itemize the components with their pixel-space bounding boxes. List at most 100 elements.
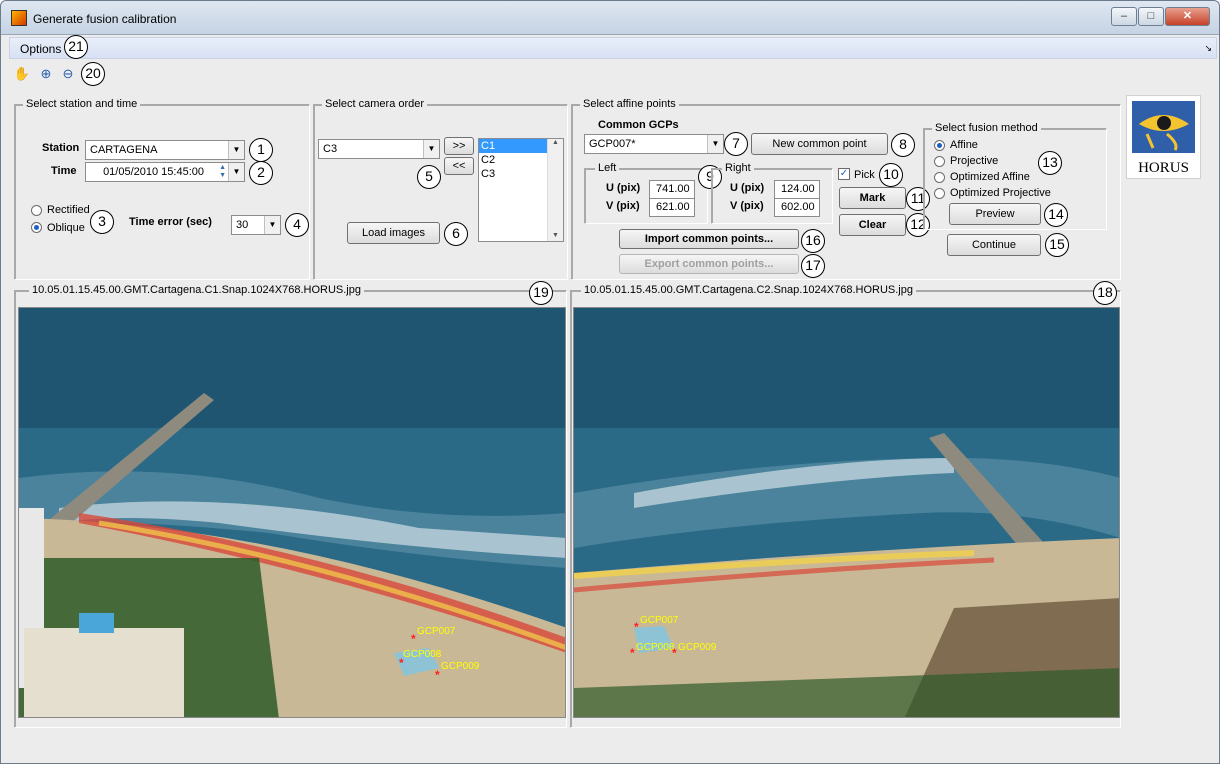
maximize-button[interactable]: □ xyxy=(1138,7,1164,26)
chevron-down-icon: ▼ xyxy=(264,216,280,234)
station-label: Station xyxy=(42,142,80,154)
minimize-button[interactable]: – xyxy=(1111,7,1137,26)
window-title: Generate fusion calibration xyxy=(33,12,177,26)
toolbar: ✋ ⊕ ⊖ xyxy=(9,61,1217,87)
export-common-points-button[interactable]: Export common points... xyxy=(619,254,799,274)
right-v-value: 602.00 xyxy=(774,198,820,217)
left-camera-image[interactable]: * GCP007 * GCP008 * GCP009 xyxy=(18,307,566,718)
pick-checkbox[interactable]: ✓ xyxy=(838,168,850,180)
title-bar: Generate fusion calibration – □ ✕ xyxy=(1,1,1219,35)
chevron-down-icon: ▼ xyxy=(228,163,244,181)
zoom-in-icon[interactable]: ⊕ xyxy=(37,65,55,83)
gcp-marker[interactable]: * xyxy=(634,620,639,634)
camera-dropdown[interactable]: C3 ▼ xyxy=(318,139,440,159)
projective-radio[interactable] xyxy=(934,156,945,167)
camera-panel-title: Select camera order xyxy=(322,98,428,110)
callout-18: 18 xyxy=(1093,281,1117,305)
rectified-label: Rectified xyxy=(47,204,90,216)
menu-bar: Options ↘ xyxy=(9,37,1217,59)
gcp-marker[interactable]: * xyxy=(672,646,677,660)
dock-arrow-icon[interactable]: ↘ xyxy=(1204,43,1212,54)
add-camera-button[interactable]: >> xyxy=(444,137,474,155)
time-error-label: Time error (sec) xyxy=(129,216,212,228)
right-camera-image[interactable]: * GCP007 * GCP008 * GCP009 xyxy=(573,307,1120,718)
pan-hand-icon[interactable]: ✋ xyxy=(13,65,31,83)
gcp-marker[interactable]: * xyxy=(435,668,440,682)
horus-logo: HORUS xyxy=(1126,95,1201,179)
left-group-title: Left xyxy=(595,162,620,174)
chevron-down-icon: ▼ xyxy=(228,141,244,159)
optimized-projective-radio[interactable] xyxy=(934,188,945,199)
list-scrollbar[interactable]: ▲ ▼ xyxy=(547,139,563,241)
station-time-panel: Select station and time xyxy=(14,98,310,280)
left-v-label: V (pix) xyxy=(606,200,640,212)
time-error-dropdown[interactable]: 30 ▼ xyxy=(231,215,281,235)
callout-16: 16 xyxy=(801,229,825,253)
gcp-label: GCP007 xyxy=(417,626,456,637)
optimized-affine-radio[interactable] xyxy=(934,172,945,183)
gcp-dropdown[interactable]: GCP007* ▼ xyxy=(584,134,724,154)
affine-panel-title: Select affine points xyxy=(580,98,679,110)
load-images-button[interactable]: Load images xyxy=(347,222,440,244)
callout-14: 14 xyxy=(1044,203,1068,227)
camera-value: C3 xyxy=(323,143,338,155)
optimized-affine-label: Optimized Affine xyxy=(950,171,1030,183)
right-image-filename: 10.05.01.15.45.00.GMT.Cartagena.C2.Snap.… xyxy=(581,284,916,296)
menu-options[interactable]: Options xyxy=(20,42,61,56)
close-button[interactable]: ✕ xyxy=(1165,7,1210,26)
time-error-value: 30 xyxy=(236,219,249,231)
gcp-label: GCP008 xyxy=(403,649,442,660)
right-v-label: V (pix) xyxy=(730,200,764,212)
camera-order-list[interactable]: C1 C2 C3 ▲ ▼ xyxy=(478,138,564,242)
left-u-label: U (pix) xyxy=(606,182,641,194)
import-common-points-button[interactable]: Import common points... xyxy=(619,229,799,249)
beach-photo-right xyxy=(574,308,1119,717)
logo-text: HORUS xyxy=(1138,160,1189,176)
time-field[interactable]: 01/05/2010 15:45:00 ▲ ▼ ▼ xyxy=(85,162,245,182)
rectified-radio[interactable] xyxy=(31,205,42,216)
callout-1: 1 xyxy=(249,138,273,162)
common-gcps-label: Common GCPs xyxy=(598,119,679,131)
preview-button[interactable]: Preview xyxy=(949,203,1041,225)
callout-8: 8 xyxy=(891,133,915,157)
pick-label: Pick xyxy=(854,169,875,181)
matlab-icon xyxy=(11,10,27,26)
callout-4: 4 xyxy=(285,213,309,237)
gcp-value: GCP007* xyxy=(589,138,636,150)
right-group-title: Right xyxy=(722,162,754,174)
station-value: CARTAGENA xyxy=(90,144,158,156)
station-dropdown[interactable]: CARTAGENA ▼ xyxy=(85,140,245,160)
gcp-label: GCP009 xyxy=(678,642,717,653)
callout-19: 19 xyxy=(529,281,553,305)
callout-6: 6 xyxy=(444,222,468,246)
affine-radio[interactable] xyxy=(934,140,945,151)
left-u-value: 741.00 xyxy=(649,180,695,199)
callout-2: 2 xyxy=(249,161,273,185)
chevron-down-icon: ▼ xyxy=(707,135,723,153)
zoom-out-icon[interactable]: ⊖ xyxy=(59,65,77,83)
gcp-label: GCP007 xyxy=(640,615,679,626)
callout-20: 20 xyxy=(81,62,105,86)
callout-5: 5 xyxy=(417,165,441,189)
spinner-icon[interactable]: ▲ ▼ xyxy=(219,164,226,180)
callout-7: 7 xyxy=(724,132,748,156)
affine-label: Affine xyxy=(950,139,978,151)
gcp-label: GCP009 xyxy=(441,661,480,672)
oblique-radio[interactable] xyxy=(31,222,42,233)
new-common-point-button[interactable]: New common point xyxy=(751,133,888,155)
right-u-value: 124.00 xyxy=(774,180,820,199)
projective-label: Projective xyxy=(950,155,999,167)
gcp-marker[interactable]: * xyxy=(411,632,416,646)
clear-button[interactable]: Clear xyxy=(839,214,906,236)
left-v-value: 621.00 xyxy=(649,198,695,217)
time-value: 01/05/2010 15:45:00 xyxy=(103,166,204,178)
mark-button[interactable]: Mark xyxy=(839,187,906,209)
gcp-label: GCP008 xyxy=(636,642,675,653)
gcp-marker[interactable]: * xyxy=(630,646,635,660)
beach-photo-left xyxy=(19,308,565,717)
right-u-label: U (pix) xyxy=(730,182,765,194)
continue-button[interactable]: Continue xyxy=(947,234,1041,256)
chevron-down-icon: ▼ xyxy=(423,140,439,158)
remove-camera-button[interactable]: << xyxy=(444,157,474,175)
callout-21: 21 xyxy=(64,35,88,59)
